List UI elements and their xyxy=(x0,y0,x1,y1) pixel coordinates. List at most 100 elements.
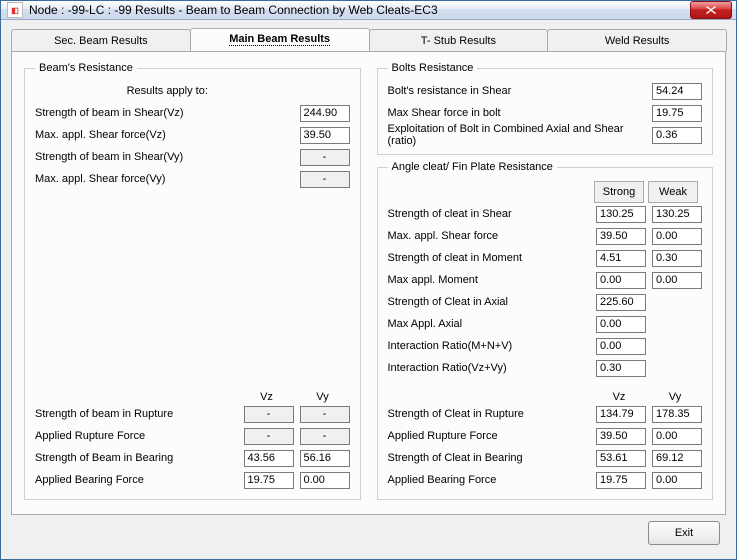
row-cleat-max-shear: Max. appl. Shear force 39.50 0.00 xyxy=(388,225,703,247)
row-rupture: Strength of beam in Rupture - - xyxy=(35,403,350,425)
row-inter-vzvy: Interaction Ratio(Vz+Vy) 0.30 xyxy=(388,357,703,379)
value-field[interactable]: 0.36 xyxy=(652,127,702,144)
tab-tstub[interactable]: T- Stub Results xyxy=(369,29,549,51)
tab-label: Main Beam Results xyxy=(229,33,330,46)
value-field[interactable]: 0.00 xyxy=(652,472,702,489)
label: Strength of Cleat in Rupture xyxy=(388,408,591,420)
exit-button[interactable]: Exit xyxy=(648,521,720,545)
tab-label: T- Stub Results xyxy=(421,35,496,47)
value-field[interactable]: 0.00 xyxy=(652,272,702,289)
label: Max. appl. Shear force(Vz) xyxy=(35,129,300,141)
row-inter-mnv: Interaction Ratio(M+N+V) 0.00 xyxy=(388,335,703,357)
left-column: Beam's Resistance Results apply to: Stre… xyxy=(24,62,361,506)
value-field[interactable]: 0.00 xyxy=(596,272,646,289)
button-label: Exit xyxy=(675,527,693,539)
angle-cleat-group: Angle cleat/ Fin Plate Resistance Strong… xyxy=(377,161,714,500)
value-field[interactable]: 130.25 xyxy=(596,206,646,223)
group-legend: Bolts Resistance xyxy=(388,62,478,74)
tab-main-beam[interactable]: Main Beam Results xyxy=(190,28,370,51)
header-vy: Vy xyxy=(298,391,348,403)
value-field[interactable]: 0.00 xyxy=(652,228,702,245)
value-field[interactable]: 225.60 xyxy=(596,294,646,311)
tab-weld[interactable]: Weld Results xyxy=(547,29,727,51)
value-field[interactable]: 0.00 xyxy=(596,338,646,355)
label: Max appl. Moment xyxy=(388,274,591,286)
value-field[interactable]: 0.30 xyxy=(652,250,702,267)
label: Max. appl. Shear force xyxy=(388,230,591,242)
beam-resistance-group: Beam's Resistance Results apply to: Stre… xyxy=(24,62,361,500)
value-field[interactable]: 0.00 xyxy=(596,316,646,333)
label: Interaction Ratio(Vz+Vy) xyxy=(388,362,597,374)
row-cleat-max-axial: Max Appl. Axial 0.00 xyxy=(388,313,703,335)
label: Strength of Cleat in Axial xyxy=(388,296,597,308)
row-cleat-applied-bearing: Applied Bearing Force 19.75 0.00 xyxy=(388,469,703,491)
close-icon xyxy=(706,6,716,14)
column-headers: Vz Vy xyxy=(388,383,703,403)
label: Max Shear force in bolt xyxy=(388,107,653,119)
value-field[interactable]: - xyxy=(244,406,294,423)
value-field[interactable]: 0.00 xyxy=(300,472,350,489)
row-cleat-rupture: Strength of Cleat in Rupture 134.79 178.… xyxy=(388,403,703,425)
row-bolt-exploit: Exploitation of Bolt in Combined Axial a… xyxy=(388,124,703,146)
value-field[interactable]: 39.50 xyxy=(300,127,350,144)
value-field[interactable]: 56.16 xyxy=(300,450,350,467)
row-applied-bearing: Applied Bearing Force 19.75 0.00 xyxy=(35,469,350,491)
close-button[interactable] xyxy=(690,1,732,19)
value-field[interactable]: 19.75 xyxy=(244,472,294,489)
label: Strength of beam in Shear(Vy) xyxy=(35,151,300,163)
window-title: Node : -99-LC : -99 Results - Beam to Be… xyxy=(29,3,690,17)
row-max-shear-vz: Max. appl. Shear force(Vz) 39.50 xyxy=(35,124,350,146)
label: Strength of beam in Rupture xyxy=(35,408,238,420)
titlebar: ◧ Node : -99-LC : -99 Results - Beam to … xyxy=(1,1,736,20)
header-vz: Vz xyxy=(242,391,292,403)
beam-vz-vy-block: Vz Vy Strength of beam in Rupture - - Ap… xyxy=(35,383,350,491)
value-field[interactable]: 244.90 xyxy=(300,105,350,122)
value-field[interactable]: 134.79 xyxy=(596,406,646,423)
group-legend: Angle cleat/ Fin Plate Resistance xyxy=(388,161,557,173)
tab-panel: Beam's Resistance Results apply to: Stre… xyxy=(11,51,726,515)
row-bearing: Strength of Beam in Bearing 43.56 56.16 xyxy=(35,447,350,469)
label: Strength of Beam in Bearing xyxy=(35,452,238,464)
label: Strength of cleat in Moment xyxy=(388,252,591,264)
value-field[interactable]: 39.50 xyxy=(596,228,646,245)
value-field[interactable]: - xyxy=(300,406,350,423)
header-weak: Weak xyxy=(648,181,698,203)
row-shear-vy: Strength of beam in Shear(Vy) - xyxy=(35,146,350,168)
value-field[interactable]: 19.75 xyxy=(652,105,702,122)
value-field[interactable]: 19.75 xyxy=(596,472,646,489)
group-legend: Beam's Resistance xyxy=(35,62,137,74)
value-field[interactable]: 0.30 xyxy=(596,360,646,377)
value-field[interactable]: - xyxy=(300,428,350,445)
value-field[interactable]: 39.50 xyxy=(596,428,646,445)
row-cleat-moment: Strength of cleat in Moment 4.51 0.30 xyxy=(388,247,703,269)
value-field[interactable]: 178.35 xyxy=(652,406,702,423)
label: Strength of cleat in Shear xyxy=(388,208,591,220)
value-field[interactable]: - xyxy=(300,149,350,166)
header-vz: Vz xyxy=(594,391,644,403)
value-field[interactable]: 43.56 xyxy=(244,450,294,467)
label: Applied Bearing Force xyxy=(388,474,591,486)
tab-sec-beam[interactable]: Sec. Beam Results xyxy=(11,29,191,51)
value-field[interactable]: 69.12 xyxy=(652,450,702,467)
value-field[interactable]: 54.24 xyxy=(652,83,702,100)
label: Strength of Cleat in Bearing xyxy=(388,452,591,464)
value-field[interactable]: - xyxy=(244,428,294,445)
value-field[interactable]: - xyxy=(300,171,350,188)
row-max-shear-vy: Max. appl. Shear force(Vy) - xyxy=(35,168,350,190)
client-area: Sec. Beam Results Main Beam Results T- S… xyxy=(1,20,736,559)
row-cleat-bearing: Strength of Cleat in Bearing 53.61 69.12 xyxy=(388,447,703,469)
value-field[interactable]: 4.51 xyxy=(596,250,646,267)
value-field[interactable]: 53.61 xyxy=(596,450,646,467)
row-bolt-shear: Bolt's resistance in Shear 54.24 xyxy=(388,80,703,102)
label: Max Appl. Axial xyxy=(388,318,597,330)
value-field[interactable]: 130.25 xyxy=(652,206,702,223)
label: Max. appl. Shear force(Vy) xyxy=(35,173,300,185)
value-field[interactable]: 0.00 xyxy=(652,428,702,445)
right-column: Bolts Resistance Bolt's resistance in Sh… xyxy=(377,62,714,506)
header-vy: Vy xyxy=(650,391,700,403)
app-icon: ◧ xyxy=(7,2,23,18)
tab-label: Weld Results xyxy=(605,35,670,47)
cleat-vz-vy-block: Vz Vy Strength of Cleat in Rupture 134.7… xyxy=(388,383,703,491)
label: Exploitation of Bolt in Combined Axial a… xyxy=(388,123,653,147)
strong-weak-headers: Strong Weak xyxy=(388,181,703,203)
